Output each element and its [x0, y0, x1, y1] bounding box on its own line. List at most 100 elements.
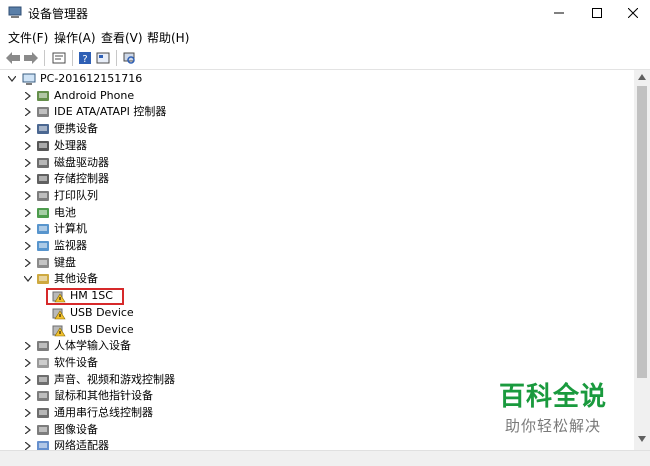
- menu-help[interactable]: 帮助(H): [147, 29, 189, 46]
- usb-icon: [37, 408, 49, 418]
- software-device-icon: [37, 357, 49, 368]
- update-driver-button[interactable]: [94, 49, 112, 67]
- update-driver-icon: [96, 52, 110, 64]
- back-button[interactable]: [4, 49, 22, 67]
- tree-item[interactable]: 图像设备: [0, 422, 300, 438]
- mouse-icon: [37, 391, 49, 402]
- tree-item[interactable]: 处理器: [0, 138, 300, 154]
- expand-chevron-icon[interactable]: [23, 138, 33, 154]
- printer-icon: [37, 190, 49, 201]
- tree-item-label: 监视器: [54, 239, 87, 252]
- expand-chevron-icon[interactable]: [23, 221, 33, 237]
- expand-chevron-icon[interactable]: [23, 388, 33, 404]
- network-icon: [37, 441, 49, 450]
- processor-icon: [37, 140, 49, 151]
- scan-hardware-icon: [123, 52, 135, 64]
- watermark-subtitle: 助你轻松解决: [504, 417, 601, 435]
- tree-item-label: 声音、视频和游戏控制器: [54, 372, 175, 386]
- scan-hardware-button[interactable]: [120, 49, 138, 67]
- horizontal-scrollbar[interactable]: [0, 450, 650, 466]
- tree-item[interactable]: 便携设备: [0, 121, 300, 137]
- unknown-device-icon: [37, 274, 49, 285]
- expand-chevron-icon[interactable]: [23, 438, 33, 450]
- expand-chevron-icon[interactable]: [23, 205, 33, 221]
- expand-chevron-icon[interactable]: [23, 104, 33, 120]
- scroll-down-icon[interactable]: [638, 436, 646, 442]
- expand-chevron-icon[interactable]: [23, 372, 33, 388]
- watermark: 百科全说 助你轻松解决: [478, 376, 628, 436]
- tree-item-label: 软件设备: [54, 355, 98, 369]
- tree-item-label: 通用串行总线控制器: [54, 406, 153, 419]
- menu-bar: 文件(F) 操作(A) 查看(V) 帮助(H): [0, 26, 650, 46]
- tree-item-label: 打印队列: [54, 188, 98, 202]
- tree-root[interactable]: PC-201612151716: [0, 71, 200, 87]
- warning-device-icon: [52, 325, 66, 336]
- tree-item-label: 计算机: [54, 222, 87, 236]
- expand-chevron-icon[interactable]: [23, 255, 33, 271]
- tree-item[interactable]: 人体学输入设备: [0, 338, 300, 354]
- menu-action[interactable]: 操作(A): [54, 29, 96, 46]
- tree-child-label: USB Device: [70, 322, 134, 336]
- collapse-chevron-icon[interactable]: [7, 71, 17, 87]
- tree-item[interactable]: 通用串行总线控制器: [0, 405, 300, 421]
- expand-chevron-icon[interactable]: [23, 405, 33, 421]
- tree-item-label: 网络适配器: [54, 439, 109, 450]
- window-title: 设备管理器: [28, 7, 89, 21]
- menu-view[interactable]: 查看(V): [101, 29, 143, 46]
- expand-chevron-icon[interactable]: [23, 355, 33, 371]
- tree-item-label: IDE ATA/ATAPI 控制器: [54, 105, 167, 119]
- tree-item-label: 处理器: [54, 138, 87, 152]
- expand-chevron-icon[interactable]: [23, 121, 33, 137]
- tree-item[interactable]: 监视器: [0, 238, 300, 254]
- properties-button[interactable]: [50, 49, 68, 67]
- tree-item[interactable]: 存储控制器: [0, 171, 300, 187]
- tree-item[interactable]: 磁盘驱动器: [0, 155, 300, 171]
- title-bar: 设备管理器: [0, 0, 650, 26]
- close-button[interactable]: [610, 0, 650, 26]
- tree-item-label: 人体学输入设备: [54, 339, 131, 353]
- expand-chevron-icon[interactable]: [23, 338, 33, 354]
- tree-item[interactable]: IDE ATA/ATAPI 控制器: [0, 104, 300, 120]
- back-arrow-icon: [6, 52, 20, 64]
- forward-button[interactable]: [22, 49, 40, 67]
- tree-item[interactable]: 计算机: [0, 221, 300, 237]
- collapse-chevron-icon[interactable]: [23, 271, 33, 287]
- svg-text:?: ?: [82, 54, 87, 65]
- scrollbar-thumb[interactable]: [637, 86, 647, 378]
- sound-icon: [37, 374, 49, 385]
- expand-chevron-icon[interactable]: [23, 238, 33, 254]
- menu-file[interactable]: 文件(F): [8, 29, 48, 46]
- tree-item[interactable]: 键盘: [0, 255, 300, 271]
- tree-item[interactable]: 鼠标和其他指针设备: [0, 388, 300, 404]
- expand-chevron-icon[interactable]: [23, 422, 33, 438]
- tree-item[interactable]: 软件设备: [0, 355, 300, 371]
- tree-item-label: 便携设备: [54, 122, 98, 136]
- tree-child-item[interactable]: HM 1SC: [0, 288, 300, 304]
- scroll-up-icon[interactable]: [638, 74, 646, 80]
- tree-item-label: 鼠标和其他指针设备: [54, 389, 153, 403]
- tree-child-item[interactable]: USB Device: [0, 305, 300, 321]
- tree-item[interactable]: Android Phone: [0, 88, 300, 104]
- tree-item[interactable]: 声音、视频和游戏控制器: [0, 372, 300, 388]
- expand-chevron-icon[interactable]: [23, 171, 33, 187]
- storage-controller-icon: [37, 174, 49, 185]
- ide-controller-icon: [37, 107, 49, 118]
- expand-chevron-icon[interactable]: [23, 155, 33, 171]
- computer-icon: [22, 73, 36, 85]
- tree-item-label: 其他设备: [54, 272, 98, 286]
- help-button[interactable]: ?: [76, 49, 94, 67]
- expand-chevron-icon[interactable]: [23, 88, 33, 104]
- tree-item[interactable]: 其他设备: [0, 271, 300, 287]
- vertical-scrollbar[interactable]: [634, 70, 650, 450]
- tree-item[interactable]: 电池: [0, 205, 300, 221]
- tree-item[interactable]: 网络适配器: [0, 438, 300, 450]
- device-manager-icon: [8, 6, 22, 18]
- tree-child-label: USB Device: [70, 305, 134, 319]
- hid-icon: [37, 341, 49, 352]
- maximize-icon: [592, 8, 602, 18]
- toolbar: ?: [0, 46, 650, 70]
- tree-child-item[interactable]: USB Device: [0, 322, 300, 338]
- expand-chevron-icon[interactable]: [23, 188, 33, 204]
- tree-item-label: 电池: [54, 205, 76, 219]
- tree-item[interactable]: 打印队列: [0, 188, 300, 204]
